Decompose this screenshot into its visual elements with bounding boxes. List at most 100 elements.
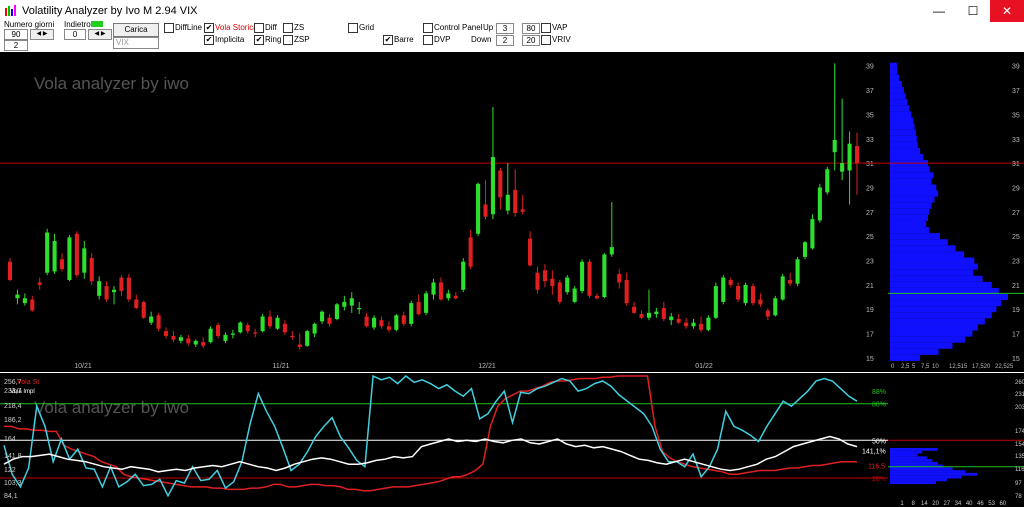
- checkbox-vola-storica[interactable]: ✔: [204, 23, 214, 33]
- candle-body: [617, 273, 622, 283]
- candle-body: [364, 316, 369, 327]
- profile-bar: [890, 306, 997, 313]
- hist-bar: [890, 456, 927, 460]
- hist-bar: [890, 461, 938, 465]
- down-threshold-input[interactable]: 20: [522, 35, 540, 46]
- checkbox-label: Grid: [359, 23, 375, 32]
- candle-body: [854, 146, 860, 164]
- minimize-button[interactable]: —: [922, 0, 956, 22]
- y-tick-label: 23: [866, 259, 874, 266]
- candle-body: [334, 304, 339, 319]
- candle-body: [134, 299, 139, 308]
- up-threshold-input[interactable]: 80: [522, 23, 540, 34]
- hist-y-tick: 78: [1015, 494, 1022, 500]
- candle-body: [111, 289, 117, 293]
- checkbox-label: ZSP: [294, 35, 310, 44]
- profile-bar: [890, 74, 900, 81]
- candle-body: [74, 233, 79, 276]
- checkbox-diff[interactable]: [254, 23, 264, 33]
- hist-y-tick: 203: [1015, 405, 1024, 411]
- candle-body: [698, 323, 704, 330]
- profile-bar: [890, 208, 930, 215]
- candle-body: [483, 204, 488, 217]
- candle-body: [765, 310, 770, 317]
- ring-value-label: 141,1%: [862, 448, 886, 455]
- checkbox-grid[interactable]: [348, 23, 358, 33]
- indietro-stepper[interactable]: ◀ ▶: [88, 29, 112, 40]
- profile-bar: [890, 245, 956, 252]
- lower-y-tick: 186,2: [4, 417, 22, 424]
- candle-body: [758, 299, 763, 305]
- checkbox-diffline[interactable]: [164, 23, 174, 33]
- close-button[interactable]: ✕: [990, 0, 1024, 22]
- profile-bar: [890, 342, 953, 349]
- candle-body: [691, 322, 696, 327]
- candle-body: [45, 232, 50, 273]
- x-axis-label: 12/21: [478, 363, 496, 370]
- checkbox-vriv[interactable]: [541, 35, 551, 45]
- profile-bar: [890, 227, 930, 234]
- candle-body: [557, 282, 562, 302]
- candle-body: [572, 288, 577, 302]
- profile-bar: [890, 166, 930, 173]
- candle-body: [706, 317, 711, 330]
- y-tick-label: 21: [866, 283, 874, 290]
- checkbox-vap[interactable]: [541, 23, 551, 33]
- candle-body: [453, 295, 458, 299]
- candle-body: [632, 306, 637, 313]
- checkbox-dvp[interactable]: [423, 35, 433, 45]
- hist-y-tick: 154: [1015, 442, 1024, 448]
- y-tick-label: 33: [866, 137, 874, 144]
- profile-x-tick: 10: [932, 364, 939, 370]
- checkbox-zsp[interactable]: [283, 35, 293, 45]
- candle-body: [275, 317, 280, 329]
- candle-body: [646, 312, 652, 318]
- profile-bar: [890, 196, 935, 203]
- candle-body: [379, 320, 384, 327]
- y-tick-label: 37: [866, 88, 874, 95]
- down-input[interactable]: 2: [496, 35, 514, 46]
- profile-y-tick: 15: [1012, 356, 1020, 363]
- checkbox-ring[interactable]: ✔: [254, 35, 264, 45]
- carica-button[interactable]: Carica: [113, 23, 159, 37]
- candle-body: [22, 298, 27, 304]
- indietro-input[interactable]: 0: [64, 29, 86, 40]
- hist-bar: [890, 472, 978, 476]
- profile-bar: [890, 294, 1008, 301]
- candle-body: [290, 336, 295, 338]
- candle-body: [728, 280, 733, 285]
- numero-giorni-second-input[interactable]: 2: [4, 40, 28, 51]
- symbol-input[interactable]: VIX: [113, 37, 159, 49]
- profile-bar: [890, 93, 906, 100]
- y-tick-label: 17: [866, 332, 874, 339]
- profile-y-tick: 21: [1012, 283, 1020, 290]
- lower-y-tick: 122: [4, 467, 16, 474]
- candle-body: [37, 282, 42, 285]
- checkbox-zs[interactable]: [283, 23, 293, 33]
- candle-body: [802, 242, 808, 257]
- profile-bar: [890, 178, 932, 185]
- up-input[interactable]: 3: [496, 23, 514, 34]
- candle-body: [773, 298, 778, 316]
- candle-body: [431, 282, 436, 295]
- numero-giorni-stepper[interactable]: ◀ ▶: [30, 29, 54, 40]
- candle-body: [654, 311, 659, 315]
- candle-body: [847, 143, 852, 171]
- candle-body: [126, 277, 131, 300]
- profile-bar: [890, 62, 897, 69]
- lower-y-tick: 218,4: [4, 403, 22, 410]
- y-tick-label: 15: [866, 356, 874, 363]
- checkbox-implicita[interactable]: ✔: [204, 35, 214, 45]
- candlestick-chart: Vola analyzer by iwo 39 37 35 33 31 29 27 25 23 21…: [0, 52, 888, 370]
- numero-giorni-input[interactable]: 90: [4, 29, 28, 40]
- candle-body: [245, 325, 250, 332]
- maximize-button[interactable]: ☐: [956, 0, 990, 22]
- candle-body: [268, 316, 273, 327]
- candle-body: [438, 282, 443, 300]
- checkbox-barre[interactable]: ✔: [383, 35, 393, 45]
- profile-bar: [890, 202, 932, 209]
- pct-label-80: 80%: [872, 402, 886, 409]
- profile-bar: [890, 336, 965, 343]
- checkbox-control-panel[interactable]: [423, 23, 433, 33]
- candle-body: [394, 315, 399, 330]
